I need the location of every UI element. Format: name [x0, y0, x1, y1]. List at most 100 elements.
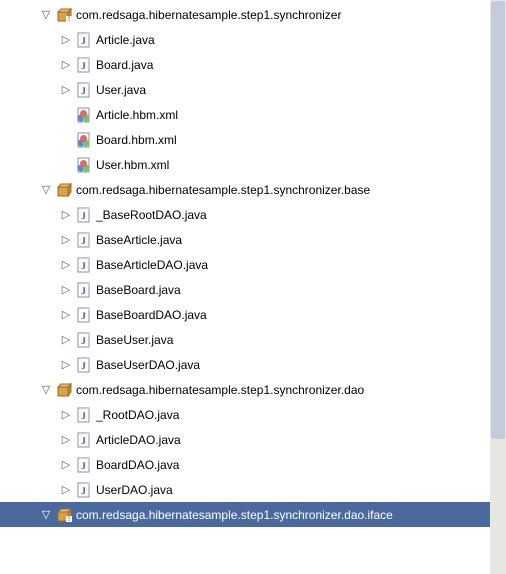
expand-arrow-icon[interactable]: [40, 9, 52, 21]
svg-text:J: J: [81, 286, 86, 296]
tree-item-label: com.redsaga.hibernatesample.step1.synchr…: [76, 183, 376, 197]
package-warn-icon: !: [56, 7, 72, 23]
package-icon: [56, 182, 72, 198]
svg-text:J: J: [81, 261, 86, 271]
tree-item[interactable]: J BaseArticleDAO.java: [0, 252, 506, 277]
java-file-icon: J: [76, 482, 92, 498]
tree-item-label: Board.hbm.xml: [96, 133, 183, 147]
svg-text:J: J: [81, 211, 86, 221]
tree-item[interactable]: ! com.redsaga.hibernatesample.step1.synch…: [0, 502, 506, 527]
java-file-icon: J: [76, 257, 92, 273]
collapse-arrow-icon[interactable]: [60, 234, 72, 246]
tree-item[interactable]: J BaseUserDAO.java: [0, 352, 506, 377]
expand-arrow-icon[interactable]: [40, 509, 52, 521]
java-file-icon: J: [76, 457, 92, 473]
java-file-icon: J: [76, 407, 92, 423]
tree-item[interactable]: J BaseBoardDAO.java: [0, 302, 506, 327]
xml-file-icon: [76, 132, 92, 148]
tree-item[interactable]: Board.hbm.xml: [0, 127, 506, 152]
collapse-arrow-icon[interactable]: [60, 34, 72, 46]
java-file-icon: J: [76, 82, 92, 98]
collapse-arrow-icon[interactable]: [60, 459, 72, 471]
tree-item[interactable]: J BoardDAO.java: [0, 452, 506, 477]
vertical-scrollbar[interactable]: [490, 0, 506, 574]
tree-item[interactable]: J ArticleDAO.java: [0, 427, 506, 452]
tree-item-label: User.hbm.xml: [96, 158, 175, 172]
tree-item-label: com.redsaga.hibernatesample.step1.synchr…: [76, 383, 370, 397]
java-file-icon: J: [76, 307, 92, 323]
tree-item-label: UserDAO.java: [96, 483, 179, 497]
java-file-icon: J: [76, 232, 92, 248]
tree-item-label: Board.java: [96, 58, 159, 72]
tree-item[interactable]: com.redsaga.hibernatesample.step1.synchr…: [0, 177, 506, 202]
tree-item-label: ArticleDAO.java: [96, 433, 187, 447]
package-warn-icon: !: [56, 507, 72, 523]
tree-item[interactable]: ! com.redsaga.hibernatesample.step1.synch…: [0, 2, 506, 27]
tree-item[interactable]: User.hbm.xml: [0, 152, 506, 177]
svg-text:J: J: [81, 86, 86, 96]
tree-item[interactable]: J Article.java: [0, 27, 506, 52]
svg-text:J: J: [81, 486, 86, 496]
package-explorer-tree[interactable]: ! com.redsaga.hibernatesample.step1.synch…: [0, 0, 506, 527]
tree-item[interactable]: J _BaseRootDAO.java: [0, 202, 506, 227]
java-file-icon: J: [76, 282, 92, 298]
collapse-arrow-icon[interactable]: [60, 434, 72, 446]
svg-text:J: J: [81, 311, 86, 321]
scrollbar-thumb[interactable]: [491, 1, 505, 439]
collapse-arrow-icon[interactable]: [60, 84, 72, 96]
tree-item[interactable]: J _RootDAO.java: [0, 402, 506, 427]
tree-item-label: BaseBoardDAO.java: [96, 308, 213, 322]
collapse-arrow-icon[interactable]: [60, 284, 72, 296]
svg-text:!: !: [68, 16, 70, 23]
tree-item-label: BaseArticle.java: [96, 233, 188, 247]
svg-text:!: !: [68, 516, 70, 523]
svg-text:J: J: [81, 361, 86, 371]
tree-item-label: User.java: [96, 83, 152, 97]
collapse-arrow-icon[interactable]: [60, 309, 72, 321]
tree-item[interactable]: J Board.java: [0, 52, 506, 77]
collapse-arrow-icon[interactable]: [60, 209, 72, 221]
svg-text:J: J: [81, 461, 86, 471]
expand-arrow-icon[interactable]: [40, 384, 52, 396]
tree-item[interactable]: J UserDAO.java: [0, 477, 506, 502]
java-file-icon: J: [76, 332, 92, 348]
svg-text:J: J: [81, 411, 86, 421]
xml-file-icon: [76, 157, 92, 173]
tree-item[interactable]: J BaseUser.java: [0, 327, 506, 352]
tree-item-label: BaseUser.java: [96, 333, 179, 347]
tree-item-label: Article.hbm.xml: [96, 108, 184, 122]
tree-item[interactable]: J BaseBoard.java: [0, 277, 506, 302]
tree-item-label: BoardDAO.java: [96, 458, 185, 472]
java-file-icon: J: [76, 57, 92, 73]
svg-text:J: J: [81, 436, 86, 446]
java-file-icon: J: [76, 432, 92, 448]
tree-item-label: com.redsaga.hibernatesample.step1.synchr…: [76, 508, 399, 522]
tree-item[interactable]: Article.hbm.xml: [0, 102, 506, 127]
tree-item-label: BaseUserDAO.java: [96, 358, 206, 372]
tree-item[interactable]: J BaseArticle.java: [0, 227, 506, 252]
expand-arrow-icon[interactable]: [40, 184, 52, 196]
collapse-arrow-icon[interactable]: [60, 334, 72, 346]
java-file-icon: J: [76, 32, 92, 48]
svg-text:J: J: [81, 336, 86, 346]
tree-item-label: _BaseRootDAO.java: [96, 208, 213, 222]
package-icon: [56, 382, 72, 398]
tree-item-label: BaseArticleDAO.java: [96, 258, 214, 272]
collapse-arrow-icon[interactable]: [60, 259, 72, 271]
tree-item[interactable]: J User.java: [0, 77, 506, 102]
tree-item-label: com.redsaga.hibernatesample.step1.synchr…: [76, 8, 347, 22]
tree-item-label: Article.java: [96, 33, 161, 47]
java-file-icon: J: [76, 207, 92, 223]
svg-text:J: J: [81, 236, 86, 246]
collapse-arrow-icon[interactable]: [60, 409, 72, 421]
tree-item-label: BaseBoard.java: [96, 283, 187, 297]
collapse-arrow-icon[interactable]: [60, 484, 72, 496]
tree-item[interactable]: com.redsaga.hibernatesample.step1.synchr…: [0, 377, 506, 402]
svg-text:J: J: [81, 61, 86, 71]
collapse-arrow-icon[interactable]: [60, 59, 72, 71]
collapse-arrow-icon[interactable]: [60, 359, 72, 371]
svg-text:J: J: [81, 36, 86, 46]
xml-file-icon: [76, 107, 92, 123]
tree-item-label: _RootDAO.java: [96, 408, 185, 422]
java-file-icon: J: [76, 357, 92, 373]
